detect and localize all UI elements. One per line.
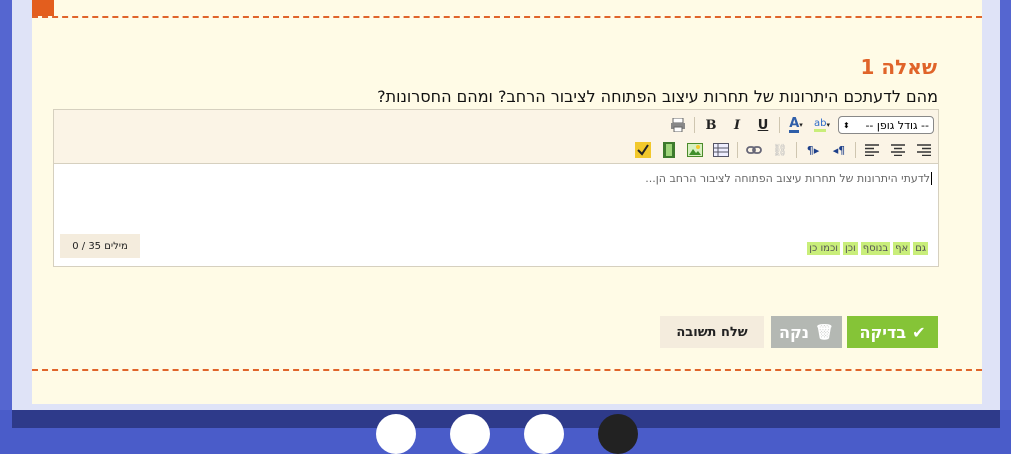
- trash-icon: 🗑: [815, 323, 835, 341]
- keyword-chip[interactable]: גם: [913, 242, 928, 255]
- insert-table-button[interactable]: [711, 140, 731, 160]
- answer-textarea[interactable]: לדעתי היתרונות של תחרות עיצוב הפתוחה לצי…: [645, 172, 932, 185]
- rtl-paragraph-icon: ◂¶: [832, 143, 846, 157]
- top-divider: [32, 16, 982, 18]
- toolbar-separator: [855, 142, 856, 158]
- insert-image-button[interactable]: [685, 140, 705, 160]
- highlighter-icon: ab: [814, 118, 827, 132]
- film-icon: [663, 142, 675, 158]
- select-arrows-icon: ⬍: [843, 120, 850, 130]
- check-button-label: בדיקה: [859, 322, 907, 342]
- bold-icon: B: [705, 117, 717, 133]
- toolbar-separator: [796, 142, 797, 158]
- toolbar-separator: [779, 117, 780, 133]
- ltr-direction-button[interactable]: ¶▸: [803, 140, 823, 160]
- ltr-paragraph-icon: ¶▸: [806, 143, 820, 157]
- print-button[interactable]: [668, 115, 688, 135]
- font-color-icon: A: [789, 116, 800, 133]
- check-icon: ✔: [912, 322, 926, 342]
- align-center-button[interactable]: [888, 140, 908, 160]
- unlink-icon: ⛓: [772, 143, 788, 157]
- keyword-chip[interactable]: אף: [893, 242, 911, 255]
- spell-check-button[interactable]: [633, 140, 653, 160]
- align-center-icon: [891, 144, 905, 156]
- unlink-button[interactable]: ⛓: [770, 140, 790, 160]
- nav-dot-active[interactable]: [598, 414, 638, 454]
- keyword-suggestions: גם אף בנוסף וכן וכמו כן: [807, 242, 928, 255]
- nav-dot[interactable]: [450, 414, 490, 454]
- word-count-badge: מילים 35 / 0: [60, 234, 140, 258]
- rtl-direction-button[interactable]: ◂¶: [829, 140, 849, 160]
- align-left-button[interactable]: [862, 140, 882, 160]
- toolbar-separator: [737, 142, 738, 158]
- insert-video-button[interactable]: [659, 140, 679, 160]
- keyword-chip[interactable]: וכמו כן: [807, 242, 840, 255]
- clear-button-label: נקה: [778, 322, 809, 342]
- question-title: שאלה 1: [860, 55, 937, 79]
- send-answer-button[interactable]: שלח תשובה: [660, 316, 764, 348]
- font-size-select-label: -- גודל גופן --: [865, 118, 929, 132]
- font-size-select[interactable]: -- גודל גופן -- ⬍: [838, 116, 934, 134]
- italic-button[interactable]: I: [727, 115, 747, 135]
- editor-toolbar: -- גודל גופן -- ⬍ ab ▾ A ▾ U I B ◂¶ ¶▸ ⛓: [54, 110, 938, 164]
- check-button[interactable]: ✔ בדיקה: [847, 316, 938, 348]
- question-text: מהם לדעתכם היתרונות של תחרות עיצוב הפתוח…: [377, 87, 938, 106]
- link-icon: [746, 146, 762, 154]
- bold-button[interactable]: B: [701, 115, 721, 135]
- clear-button[interactable]: 🗑 נקה: [771, 316, 842, 348]
- toolbar-row-2: ◂¶ ¶▸ ⛓: [633, 139, 934, 161]
- keyword-chip[interactable]: וכן: [842, 242, 858, 255]
- align-right-button[interactable]: [914, 140, 934, 160]
- corner-tab: [32, 0, 54, 16]
- printer-icon: [671, 118, 685, 132]
- underline-button[interactable]: U: [753, 115, 773, 135]
- toolbar-separator: [694, 117, 695, 133]
- table-icon: [713, 143, 729, 157]
- checkmark-icon: [635, 142, 651, 158]
- toolbar-row-1: -- גודל גופן -- ⬍ ab ▾ A ▾ U I B: [668, 114, 934, 136]
- image-icon: [687, 143, 703, 157]
- font-color-button[interactable]: A ▾: [786, 115, 806, 135]
- align-right-icon: [917, 144, 931, 156]
- link-button[interactable]: [744, 140, 764, 160]
- italic-icon: I: [733, 117, 741, 133]
- highlight-color-button[interactable]: ab ▾: [812, 115, 832, 135]
- bottom-nav-bar: [12, 410, 1000, 428]
- bottom-divider: [32, 369, 982, 371]
- nav-dot[interactable]: [376, 414, 416, 454]
- nav-dot[interactable]: [524, 414, 564, 454]
- rich-text-editor: -- גודל גופן -- ⬍ ab ▾ A ▾ U I B ◂¶ ¶▸ ⛓…: [53, 109, 939, 267]
- align-left-icon: [865, 144, 879, 156]
- send-button-label: שלח תשובה: [676, 324, 748, 340]
- keyword-chip[interactable]: בנוסף: [860, 242, 891, 255]
- underline-icon: U: [757, 117, 769, 133]
